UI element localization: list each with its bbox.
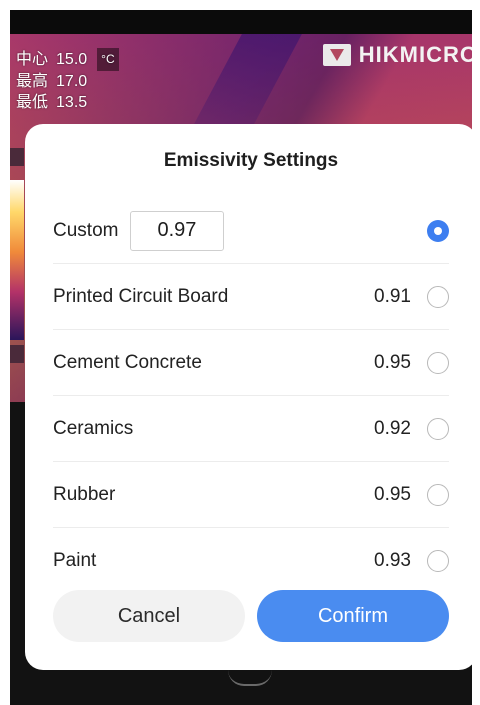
reading-min: 最低 13.5 [16,92,119,113]
option-label: Cement Concrete [53,351,202,373]
dialog-title: Emissivity Settings [163,150,339,171]
color-bar-max-marker [10,148,24,166]
radio-checked-icon[interactable] [427,219,449,242]
confirm-button[interactable]: Confirm [257,590,449,642]
status-bar [10,10,472,34]
option-rubber[interactable]: Rubber 0.95 [53,462,449,528]
option-label: Paint [53,550,97,571]
option-cement-concrete[interactable]: Cement Concrete 0.95 [53,330,449,396]
reading-min-label: 最低 [16,94,49,111]
reading-center-value: 15.0 [56,51,88,68]
reading-center: 中心 15.0 °C [16,48,119,71]
option-label: Rubber [53,483,116,505]
option-custom-label: Custom [53,219,119,241]
reading-max-label: 最高 [16,73,49,90]
option-printed-circuit-board[interactable]: Printed Circuit Board 0.91 [53,264,449,330]
reading-min-value: 13.5 [56,94,88,111]
reading-max-value: 17.0 [56,73,88,90]
option-ceramics[interactable]: Ceramics 0.92 [53,396,449,462]
option-value: 0.93 [374,550,411,571]
hikmicro-logo-icon [322,44,351,66]
reading-center-label: 中心 [16,51,49,68]
color-bar-min-marker [10,345,24,363]
cancel-button[interactable]: Cancel [53,590,245,642]
temperature-readings: 中心 15.0 °C 最高 17.0 最低 13.5 [16,48,119,113]
option-label: Printed Circuit Board [53,285,229,307]
brand-name: HIKMICRO [358,42,472,67]
radio-unchecked-icon[interactable] [427,550,449,572]
temperature-color-bar [10,180,24,340]
brand: HIKMICRO [322,42,472,68]
radio-unchecked-icon[interactable] [427,285,449,308]
option-value: 0.91 [374,285,411,307]
option-paint[interactable]: Paint 0.93 [53,528,449,594]
emissivity-dialog: Emissivity Settings Custom Printed Circu… [25,124,477,670]
option-value: 0.95 [374,483,411,505]
radio-unchecked-icon[interactable] [427,417,449,440]
option-custom[interactable]: Custom [53,198,449,264]
radio-unchecked-icon[interactable] [427,351,449,374]
custom-emissivity-input[interactable] [130,210,225,251]
radio-unchecked-icon[interactable] [427,483,449,506]
option-label: Ceramics [53,417,134,439]
reading-max: 最高 17.0 [16,71,119,92]
reading-unit: °C [97,48,119,71]
emissivity-option-list: Custom Printed Circuit Board 0.91 Cement… [53,198,449,594]
option-value: 0.92 [374,417,411,439]
option-value: 0.95 [374,351,411,373]
